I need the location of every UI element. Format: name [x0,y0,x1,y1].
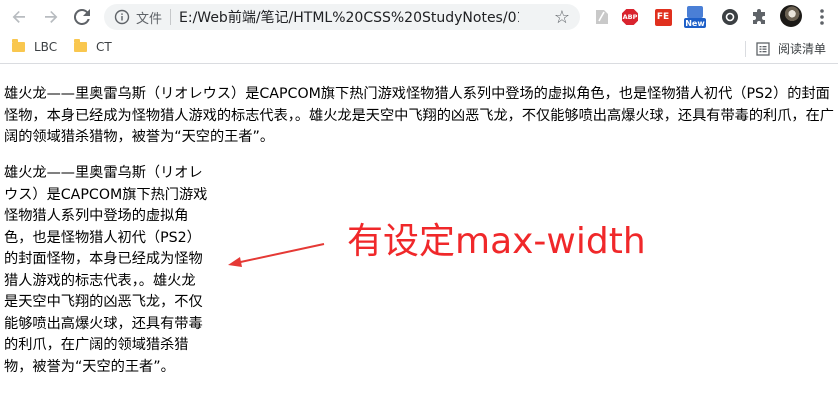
bookmark-label: LBC [34,40,58,54]
annotation-arrow-icon [228,243,325,267]
arrow-right-icon [45,11,58,23]
annotation-label: 有设定max-width [347,221,646,262]
new-badge: New [685,18,705,28]
reading-list-icon [756,41,770,56]
fe-helper-icon[interactable]: FE [653,7,673,27]
omnibox-divider [170,9,172,25]
browser-toolbar: 文件 E:/Web前端/笔记/HTML%20CSS%20StudyNotes/0… [0,0,838,34]
bookmark-label: CT [96,40,112,54]
arrow-left-icon [12,11,25,23]
folder-icon [74,39,87,52]
full-width-paragraph: 雄火龙——里奥雷乌斯（リオレウス）是CAPCOM旗下热门游戏怪物猎人系列中登场的… [4,86,834,145]
bookmark-folder-lbc[interactable]: LBC [12,39,58,54]
reload-icon [74,9,90,25]
reload-button[interactable] [69,4,95,30]
adblock-icon[interactable]: ABP [620,7,640,27]
bookmarks-divider [744,40,746,57]
back-button[interactable] [6,4,32,30]
forward-button[interactable] [38,4,64,30]
profile-avatar[interactable] [780,5,802,27]
reading-list-button[interactable]: 阅读清单 [744,40,826,57]
bookmark-folder-ct[interactable]: CT [74,39,112,54]
max-width-paragraph: 雄火龙——里奥雷乌斯（リオレウス）是CAPCOM旗下热门游戏怪物猎人系列中登场的… [4,165,208,375]
star-icon[interactable]: ☆ [554,7,570,28]
address-bar[interactable]: 文件 E:/Web前端/笔记/HTML%20CSS%20StudyNotes/0… [104,4,580,30]
fe-helper-label: FE [656,12,670,22]
menu-icon[interactable] [812,7,832,27]
url-text[interactable]: E:/Web前端/笔记/HTML%20CSS%20StudyNotes/01..… [179,7,519,27]
puzzle-icon[interactable] [750,7,770,27]
folder-icon [12,39,25,52]
protocol-label: 文件 [136,11,163,27]
adblock-label: ABP [622,13,638,21]
bookmarks-bar: LBC CT 阅读清单 [0,34,838,64]
info-icon[interactable] [114,9,130,25]
reading-list-label: 阅读清单 [777,42,826,56]
new-extension-icon[interactable]: New [683,5,707,29]
pdf-extension-icon[interactable] [592,7,612,27]
grammar-extension-icon[interactable] [720,7,740,27]
